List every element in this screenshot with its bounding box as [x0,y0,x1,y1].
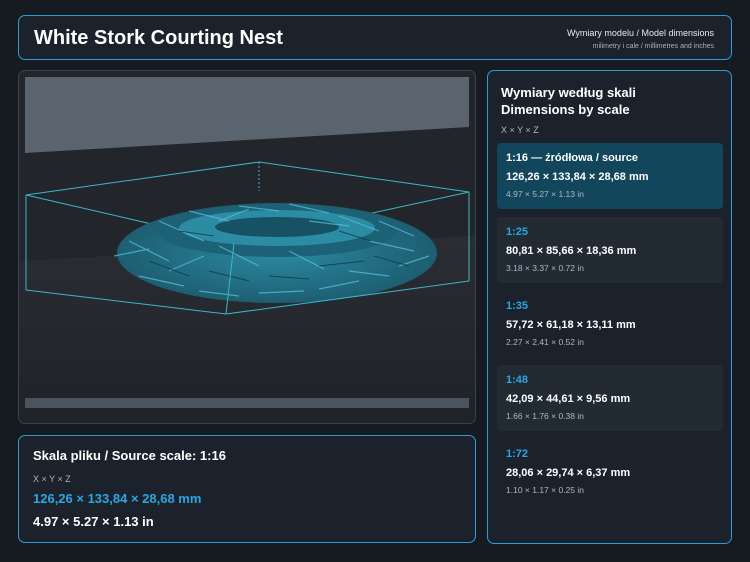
scale-dimensions-inches: 2.27 × 2.41 × 0.52 in [506,337,584,347]
scale-dimensions-mm: 80,81 × 85,66 × 18,36 mm [506,245,637,257]
scale-option-1-35[interactable]: 1:35 57,72 × 61,18 × 13,11 mm 2.27 × 2.4… [497,291,723,357]
scale-dimensions-mm: 126,26 × 133,84 × 28,68 mm [506,171,649,183]
scale-dimensions-mm: 57,72 × 61,18 × 13,11 mm [506,319,636,331]
scale-dimensions-inches: 3.18 × 3.37 × 0.72 in [506,263,584,273]
source-dimensions-mm: 126,26 × 133,84 × 28,68 mm [33,491,202,506]
header-subtitle: Wymiary modelu / Model dimensions [567,28,714,38]
scale-label: 1:35 [506,300,529,312]
scale-option-1-16[interactable]: 1:16 — źródłowa / source 126,26 × 133,84… [497,143,723,209]
scale-option-1-72[interactable]: 1:72 28,06 × 29,74 × 6,37 mm 1.10 × 1.17… [497,439,723,505]
scale-dimensions-mm: 42,09 × 44,61 × 9,56 mm [506,393,631,405]
scales-heading-pl: Wymiary według skali [501,85,636,100]
page-title: White Stork Courting Nest [34,27,283,49]
scale-label: 1:16 — źródłowa / source [506,152,639,164]
viewport-scene [19,71,475,423]
floor-edge-strip [25,398,469,408]
scales-heading-en: Dimensions by scale [501,102,630,117]
axes-label: X × Y × Z [33,474,71,484]
axes-label: X × Y × Z [501,125,539,135]
scale-label: 1:48 [506,374,529,386]
scale-option-1-48[interactable]: 1:48 42,09 × 44,61 × 9,56 mm 1.66 × 1.76… [497,365,723,431]
scale-option-1-25[interactable]: 1:25 80,81 × 85,66 × 18,36 mm 3.18 × 3.3… [497,217,723,283]
scale-dimensions-inches: 1.10 × 1.17 × 0.25 in [506,485,584,495]
scale-dimensions-inches: 4.97 × 5.27 × 1.13 in [506,189,584,199]
header-bar: White Stork Courting Nest Wymiary modelu… [18,15,732,60]
source-scale-panel: Skala pliku / Source scale: 1:16 X × Y ×… [18,435,476,543]
scale-label: 1:72 [506,448,529,460]
scales-panel: Wymiary według skali Dimensions by scale… [487,70,732,544]
source-scale-heading: Skala pliku / Source scale: 1:16 [33,448,226,463]
model-viewport[interactable] [18,70,476,424]
scale-dimensions-mm: 28,06 × 29,74 × 6,37 mm [506,467,631,479]
source-dimensions-inches: 4.97 × 5.27 × 1.13 in [33,514,154,529]
scale-dimensions-inches: 1.66 × 1.76 × 0.38 in [506,411,584,421]
scale-label: 1:25 [506,226,529,238]
header-units-note: milimetry i cale / millimetres and inche… [592,43,714,50]
